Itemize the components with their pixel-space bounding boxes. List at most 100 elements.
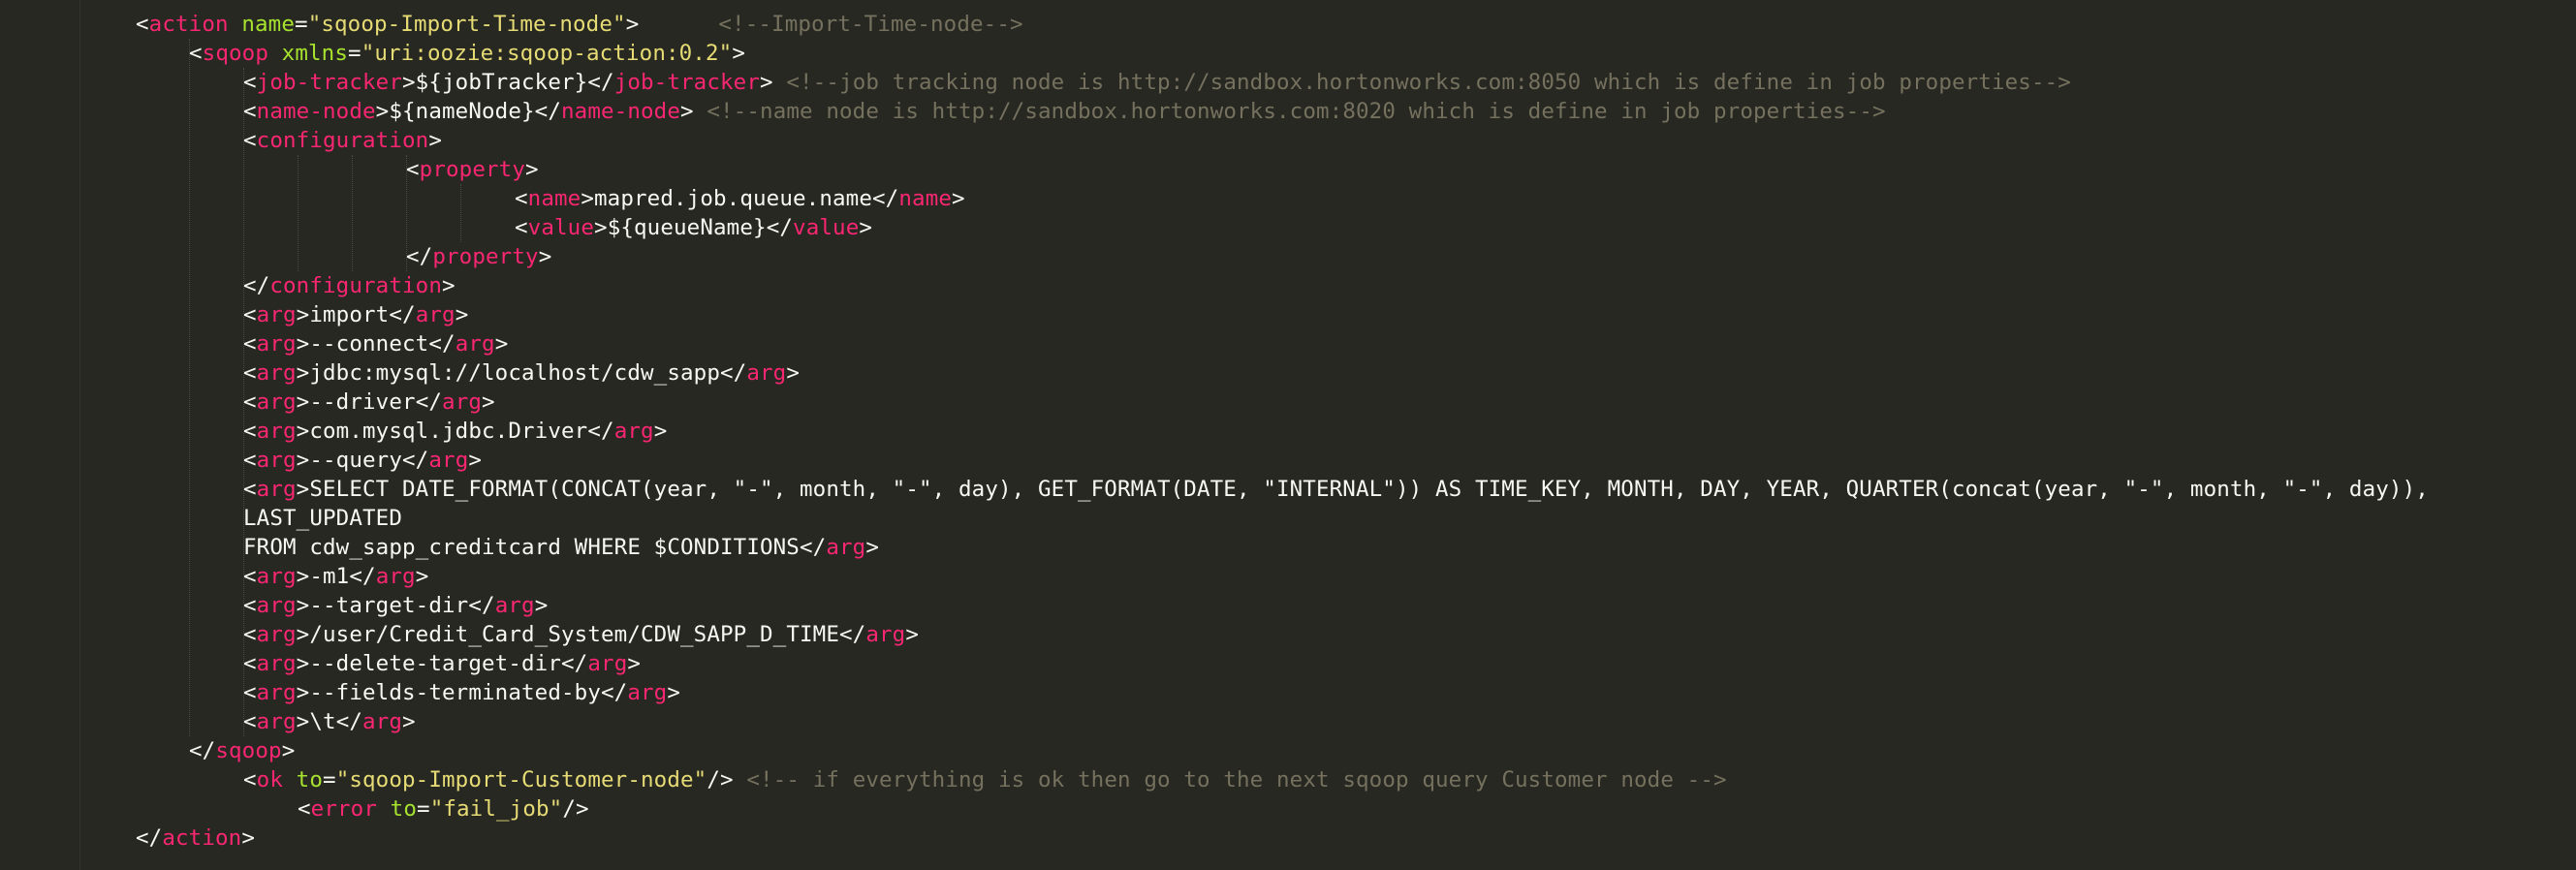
punctuation: < <box>243 360 257 386</box>
tag-name: arg <box>256 448 297 473</box>
punctuation: > <box>859 215 873 240</box>
code-line[interactable]: <arg>import</arg> <box>243 300 468 329</box>
text-content: ${nameNode} <box>389 99 535 124</box>
code-line[interactable]: <arg>/user/Credit_Card_System/CDW_SAPP_D… <box>243 620 919 649</box>
punctuation: </ <box>349 564 376 589</box>
punctuation: > <box>296 622 310 647</box>
code-line[interactable]: <configuration> <box>243 126 442 155</box>
punctuation: </ <box>243 273 270 298</box>
punctuation: > <box>732 41 746 66</box>
code-line[interactable]: <arg>jdbc:mysql://localhost/cdw_sapp</ar… <box>243 358 800 388</box>
code-line[interactable]: <job-tracker>${jobTracker}</job-tracker>… <box>243 68 2071 97</box>
punctuation: < <box>243 302 257 327</box>
code-line[interactable]: <ok to="sqoop-Import-Customer-node"/> <!… <box>243 765 1727 794</box>
code-line[interactable]: <name>mapred.job.queue.name</name> <box>515 184 965 213</box>
punctuation: </ <box>872 186 899 211</box>
code-line[interactable]: </action> <box>136 823 255 853</box>
text-content: jdbc:mysql://localhost/cdw_sapp <box>309 360 720 386</box>
code-line[interactable]: <arg>--query</arg> <box>243 446 482 475</box>
code-line[interactable]: <arg>-m1</arg> <box>243 562 428 591</box>
punctuation: </ <box>799 535 827 560</box>
punctuation: > <box>402 709 416 734</box>
code-line[interactable]: LAST_UPDATED <box>243 504 402 533</box>
tag-name: arg <box>746 360 787 386</box>
punctuation: > <box>667 680 681 705</box>
code-line[interactable]: <arg>\t</arg> <box>243 707 416 736</box>
tag-name: sqoop <box>215 738 282 763</box>
text-content: --delete-target-dir <box>309 651 562 676</box>
attribute-value: "sqoop-Import-Customer-node" <box>335 767 707 792</box>
code-line[interactable]: <arg>--target-dir</arg> <box>243 591 548 620</box>
code-line[interactable]: <arg>--fields-terminated-by</arg> <box>243 678 680 707</box>
text-content <box>639 12 718 37</box>
text-content: mapred.job.queue.name <box>594 186 873 211</box>
punctuation: </ <box>766 215 794 240</box>
code-editor[interactable]: <action name="sqoop-Import-Time-node"> <… <box>0 0 2576 870</box>
punctuation: > <box>538 244 552 269</box>
code-line[interactable]: </sqoop> <box>189 736 295 765</box>
attribute-name: to <box>377 796 418 822</box>
punctuation: = <box>417 796 430 822</box>
code-line[interactable]: <action name="sqoop-Import-Time-node"> <… <box>136 10 1023 39</box>
punctuation: /> <box>562 796 589 822</box>
attribute-value: "uri:oozie:sqoop-action:0.2" <box>361 41 733 66</box>
code-line[interactable]: <value>${queueName}</value> <box>515 213 872 242</box>
code-line[interactable]: <arg>--connect</arg> <box>243 329 508 358</box>
punctuation: </ <box>720 360 747 386</box>
punctuation: > <box>442 273 456 298</box>
punctuation: < <box>243 331 257 357</box>
tag-name: job-tracker <box>256 70 402 95</box>
code-line[interactable]: </configuration> <box>243 271 456 300</box>
punctuation: </ <box>428 331 456 357</box>
tag-name: arg <box>613 419 654 444</box>
comment: <!-- if everything is ok then go to the … <box>746 767 1727 792</box>
tag-name: arg <box>587 651 628 676</box>
tag-name: arg <box>375 564 416 589</box>
indent-guide <box>189 39 190 736</box>
punctuation: </ <box>839 622 866 647</box>
comment: <!--Import-Time-node--> <box>718 12 1023 37</box>
text-content <box>694 99 707 124</box>
attribute-value: "sqoop-Import-Time-node" <box>307 12 626 37</box>
tag-name: error <box>310 796 378 822</box>
code-line[interactable]: <arg>com.mysql.jdbc.Driver</arg> <box>243 417 667 446</box>
punctuation: > <box>482 389 495 415</box>
punctuation: > <box>680 99 694 124</box>
comment: <!--name node is http://sandbox.hortonwo… <box>707 99 1886 124</box>
punctuation: < <box>406 157 420 182</box>
tag-name: name-node <box>561 99 681 124</box>
punctuation: > <box>296 419 310 444</box>
punctuation: < <box>243 767 257 792</box>
code-line[interactable]: <property> <box>406 155 539 184</box>
text-content: /user/Credit_Card_System/CDW_SAPP_D_TIME <box>309 622 839 647</box>
punctuation: > <box>594 215 608 240</box>
code-line[interactable]: </property> <box>406 242 551 271</box>
punctuation: > <box>625 12 640 37</box>
punctuation: </ <box>402 448 429 473</box>
punctuation: > <box>428 128 443 153</box>
punctuation: > <box>296 360 310 386</box>
tag-name: configuration <box>269 273 443 298</box>
tag-name: arg <box>256 389 297 415</box>
code-line[interactable]: <arg>--delete-target-dir</arg> <box>243 649 641 678</box>
code-line[interactable]: <name-node>${nameNode}</name-node> <!--n… <box>243 97 1886 126</box>
punctuation: > <box>581 186 595 211</box>
punctuation: < <box>243 448 257 473</box>
code-line[interactable]: <error to="fail_job"/> <box>298 794 589 823</box>
code-line[interactable]: <sqoop xmlns="uri:oozie:sqoop-action:0.2… <box>189 39 745 68</box>
punctuation: </ <box>601 680 628 705</box>
code-line[interactable]: FROM cdw_sapp_creditcard WHERE $CONDITIO… <box>243 533 879 562</box>
punctuation: < <box>243 419 257 444</box>
punctuation: </ <box>561 651 588 676</box>
text-content: SELECT DATE_FORMAT(CONCAT(year, "-", mon… <box>309 477 2429 502</box>
tag-name: arg <box>256 564 297 589</box>
punctuation: < <box>243 389 257 415</box>
tag-name: action <box>148 12 229 37</box>
punctuation: < <box>243 99 257 124</box>
tag-name: arg <box>442 389 483 415</box>
punctuation: = <box>295 12 308 37</box>
punctuation: > <box>375 99 390 124</box>
gutter-border <box>79 0 80 870</box>
code-line[interactable]: <arg>--driver</arg> <box>243 388 495 417</box>
code-line[interactable]: <arg>SELECT DATE_FORMAT(CONCAT(year, "-"… <box>243 475 2429 504</box>
